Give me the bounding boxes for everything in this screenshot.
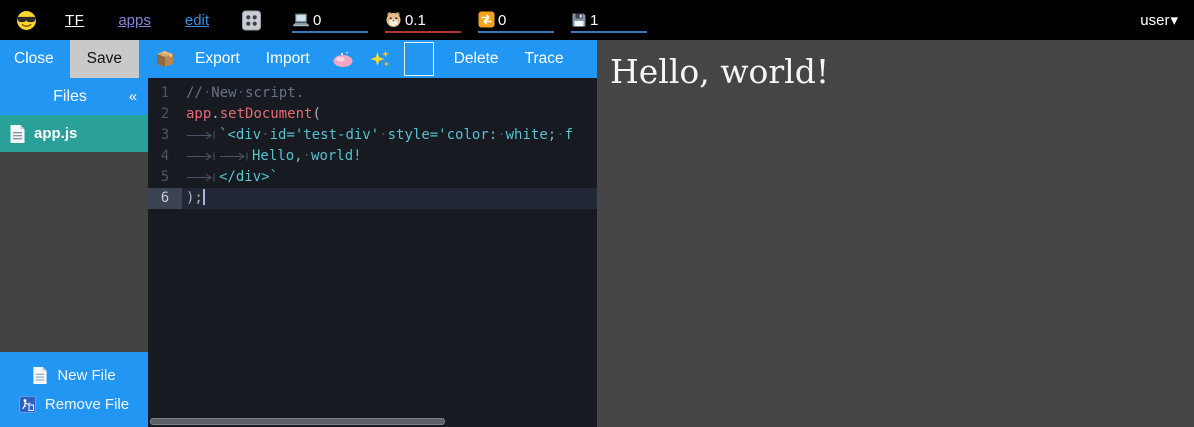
package-icon[interactable] [155, 49, 175, 69]
sparkles-icon[interactable] [370, 49, 391, 70]
laptop-counter-value: 0 [313, 13, 321, 28]
line-number: 5 [148, 167, 182, 188]
user-menu-label: user [1140, 12, 1169, 29]
edit-link[interactable]: edit [185, 12, 209, 29]
line-number: 1 [148, 83, 182, 104]
code-line[interactable]: 5 </div>` [148, 167, 597, 188]
sidebar-actions: New File Remove File [0, 352, 148, 427]
code-line[interactable]: 4 Hello,·world! [148, 146, 597, 167]
code-token: </div>` [219, 169, 278, 185]
repeat-counter-value: 0 [498, 13, 506, 28]
code-token: id='test-div' [270, 127, 380, 143]
tab-indent-icon [186, 125, 219, 146]
code-line[interactable]: 2app.setDocument( [148, 104, 597, 125]
hamster-icon [385, 11, 402, 28]
code-token: · [237, 85, 245, 101]
code-token: world! [311, 148, 362, 164]
line-number: 4 [148, 146, 182, 167]
preview-pane: Hello, world! [597, 40, 1194, 427]
horizontal-scrollbar[interactable] [150, 418, 445, 425]
tab-indent-icon [186, 167, 219, 188]
repeat-counter-field[interactable]: 0 [478, 7, 554, 33]
collapse-sidebar-icon[interactable]: « [118, 88, 148, 105]
code-token: · [556, 127, 564, 143]
remove-file-button[interactable]: Remove File [0, 396, 148, 413]
preview-heading: Hello, world! [610, 52, 1194, 91]
code-line[interactable]: 6); [148, 188, 597, 209]
code-token: f [565, 127, 573, 143]
code-token: · [261, 127, 269, 143]
status-counters: 0 0.1 [292, 7, 647, 33]
file-icon [9, 124, 26, 144]
code-line[interactable]: 1//·New·script. [148, 83, 597, 104]
code-token: setDocument [220, 106, 313, 122]
user-menu[interactable]: user ▾ [1140, 11, 1178, 29]
floppy-counter-value: 1 [590, 13, 598, 28]
top-bar: TF apps edit 0 [0, 0, 1194, 40]
files-header: Files « [0, 78, 148, 115]
editor-toolbar: Close Save Export Import Delete Trace [0, 40, 597, 78]
code-token: script. [245, 85, 304, 101]
soap-icon[interactable] [332, 50, 354, 68]
tab-indent-icon [186, 146, 219, 167]
code-token: New [211, 85, 236, 101]
export-button[interactable]: Export [189, 50, 246, 68]
new-file-button[interactable]: New File [0, 366, 148, 385]
file-name: app.js [34, 125, 77, 142]
code-line[interactable]: 3`<div·id='test-div'·style='color:·white… [148, 125, 597, 146]
empty-slot-button[interactable] [404, 42, 434, 76]
dice-icon[interactable] [241, 9, 262, 32]
laptop-icon [292, 12, 310, 28]
code-token: · [497, 127, 505, 143]
code-token: · [379, 127, 387, 143]
remove-file-label: Remove File [45, 396, 129, 413]
caret-down-icon: ▾ [1170, 11, 1178, 29]
hamster-counter-value: 0.1 [405, 13, 426, 28]
line-number: 6 [148, 188, 182, 209]
file-item-appjs[interactable]: app.js [0, 115, 148, 152]
new-file-label: New File [57, 367, 115, 384]
brand-link[interactable]: TF [65, 12, 84, 29]
line-number: 2 [148, 104, 182, 125]
code-token: `<div [219, 127, 261, 143]
code-token: . [211, 106, 219, 122]
text-cursor [203, 189, 205, 205]
code-token: Hello, [252, 148, 303, 164]
line-number: 3 [148, 125, 182, 146]
repeat-icon [478, 11, 495, 28]
smiley-sunglasses-icon[interactable] [16, 10, 37, 31]
code-token: ( [312, 106, 320, 122]
files-header-title: Files [0, 88, 118, 106]
hamster-counter-field[interactable]: 0.1 [385, 7, 461, 33]
save-button[interactable]: Save [70, 40, 139, 78]
code-token: // [186, 85, 203, 101]
import-button[interactable]: Import [260, 50, 316, 68]
close-button[interactable]: Close [8, 50, 60, 68]
code-token: style='color: [388, 127, 498, 143]
code-token: ); [186, 190, 203, 206]
tab-indent-icon [219, 146, 252, 167]
apps-link[interactable]: apps [118, 12, 151, 29]
floppy-counter-field[interactable]: 1 [571, 7, 647, 33]
delete-button[interactable]: Delete [448, 50, 505, 68]
code-token: · [303, 148, 311, 164]
laptop-counter-field[interactable]: 0 [292, 7, 368, 33]
new-file-icon [32, 366, 48, 385]
trace-button[interactable]: Trace [519, 50, 570, 68]
code-token: app [186, 106, 211, 122]
code-token: white; [506, 127, 557, 143]
floppy-icon [571, 12, 587, 28]
files-sidebar: Files « app.js [0, 78, 148, 427]
litter-bin-icon [19, 396, 36, 413]
code-editor[interactable]: 1//·New·script.2app.setDocument(3`<div·i… [148, 78, 597, 427]
